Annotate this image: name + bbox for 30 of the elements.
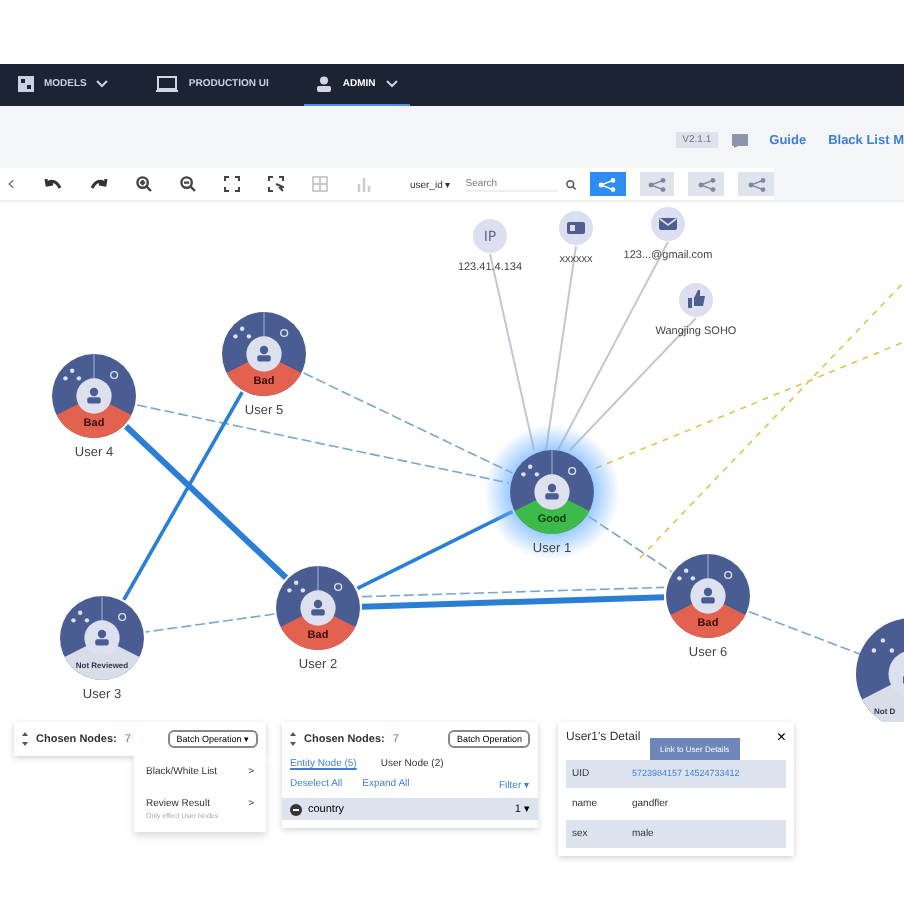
relation-edge (144, 613, 276, 633)
id-card-node[interactable] (559, 211, 593, 245)
select-area-icon[interactable] (267, 176, 284, 192)
view-mode-button[interactable] (639, 172, 675, 196)
network-icon (747, 177, 766, 191)
caret-icon (96, 80, 109, 88)
view-mode-button[interactable] (688, 172, 725, 196)
drag-handle-icon[interactable] (290, 732, 296, 746)
message-icon (731, 133, 748, 147)
person-icon (316, 76, 333, 92)
view-mode-button[interactable] (589, 172, 626, 196)
redo-icon[interactable] (89, 178, 108, 190)
fit-view-icon[interactable] (223, 176, 240, 192)
search-icon[interactable] (565, 177, 576, 191)
zoom-in-icon[interactable] (135, 176, 152, 192)
network-icon (648, 177, 667, 191)
network-icon (697, 177, 716, 191)
location-node[interactable] (679, 283, 713, 317)
grid-icon (18, 76, 34, 92)
collapse-circle-icon (290, 803, 302, 815)
zoom-out-icon[interactable] (179, 176, 196, 192)
undo-icon[interactable] (43, 178, 62, 190)
close-button[interactable]: × (776, 730, 786, 746)
collapse-icon[interactable] (8, 178, 14, 190)
drag-handle-icon[interactable] (22, 732, 28, 746)
caret-icon (385, 80, 398, 88)
monitor-icon (156, 76, 179, 92)
network-icon (598, 177, 617, 191)
email-node[interactable] (651, 207, 685, 241)
view-mode-button[interactable] (738, 172, 774, 196)
